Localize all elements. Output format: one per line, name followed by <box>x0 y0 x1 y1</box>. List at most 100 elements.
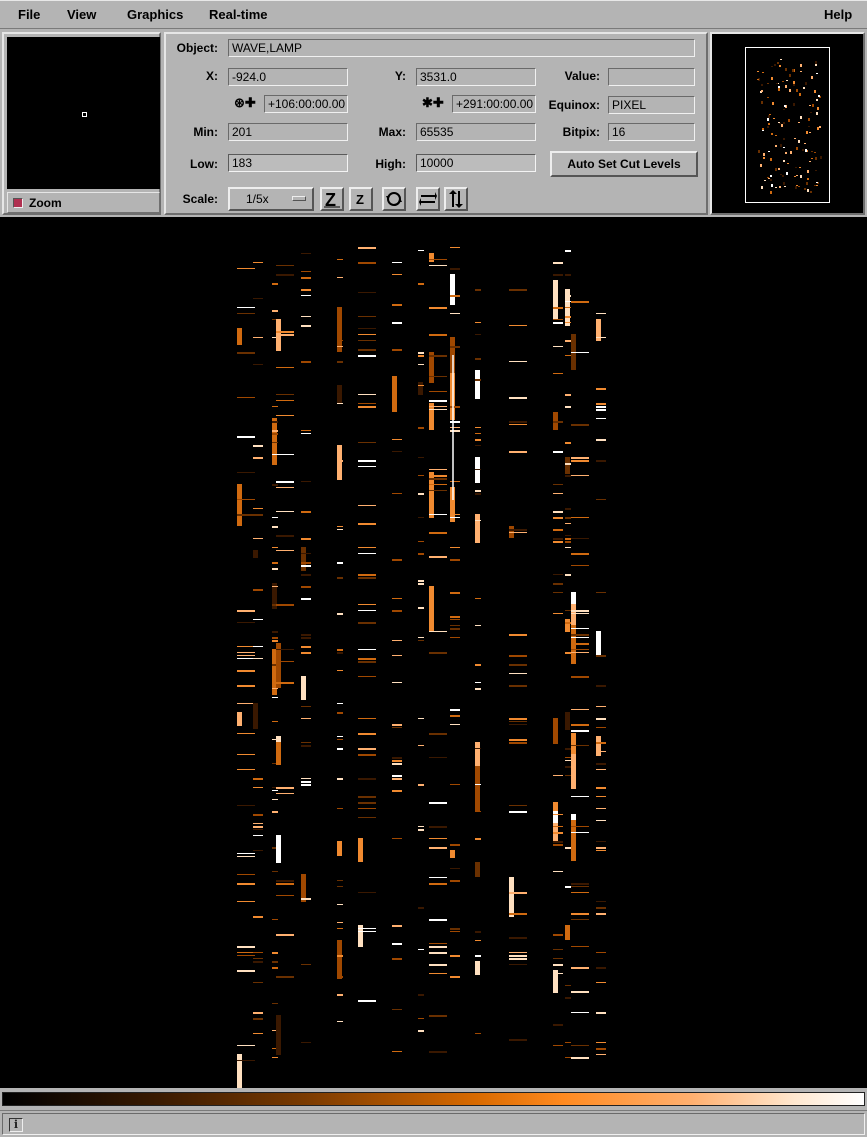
spectral-line <box>596 847 606 849</box>
dec-field[interactable]: +291:00:00.00 <box>452 95 536 113</box>
menu-file[interactable]: File <box>18 7 40 22</box>
spectral-line <box>450 844 460 846</box>
spectral-line <box>509 724 527 725</box>
spectral-line <box>392 451 402 452</box>
spectral-line <box>276 787 294 789</box>
spectral-line <box>565 307 571 308</box>
spectral-line <box>253 850 263 851</box>
spectral-line <box>509 937 527 939</box>
spectral-line <box>509 1039 527 1041</box>
spectral-line <box>475 493 481 495</box>
spectral-line <box>272 406 278 407</box>
spectral-line <box>337 994 343 996</box>
spectral-line <box>429 586 434 631</box>
spectral-line <box>450 928 460 930</box>
menu-view[interactable]: View <box>67 7 96 22</box>
spectral-line <box>450 481 460 482</box>
spectral-line <box>301 277 311 279</box>
spectral-line <box>565 250 571 252</box>
spectral-line <box>301 361 311 363</box>
spectral-line <box>553 949 563 950</box>
high-input[interactable]: 10000 <box>416 154 536 172</box>
spectral-line <box>571 517 589 518</box>
menu-realtime[interactable]: Real-time <box>209 7 268 22</box>
spectral-line <box>475 862 480 877</box>
ra-field[interactable]: +106:00:00.00 <box>264 95 348 113</box>
checkbox-indicator-icon <box>13 198 23 208</box>
spectral-line <box>392 838 402 839</box>
spectral-line <box>553 262 563 264</box>
spectral-line <box>565 997 571 999</box>
spectral-line <box>337 526 343 527</box>
flip-x-button[interactable] <box>416 187 440 211</box>
spectral-line <box>392 274 402 275</box>
spectral-line <box>392 376 397 412</box>
spectral-line <box>253 1033 263 1034</box>
spectral-line <box>571 475 589 476</box>
pan-window[interactable] <box>710 32 865 215</box>
spectral-line <box>237 733 255 734</box>
spectral-line <box>272 967 278 969</box>
low-input[interactable]: 183 <box>228 154 348 172</box>
spectral-line <box>553 583 563 585</box>
pan-viewport-box[interactable] <box>745 47 830 203</box>
max-field[interactable]: 65535 <box>416 123 536 141</box>
zoom-canvas[interactable] <box>7 37 160 189</box>
spectral-line <box>565 574 571 576</box>
max-label: Max: <box>378 125 406 139</box>
spectral-line <box>272 640 278 642</box>
spectral-line <box>272 517 278 518</box>
x-field[interactable]: -924.0 <box>228 68 348 86</box>
spectral-line <box>429 259 447 260</box>
zoom-fit-button[interactable]: Z <box>320 187 344 211</box>
spectral-line <box>429 733 447 735</box>
spectral-line <box>596 499 606 500</box>
spectral-line <box>553 964 563 966</box>
spectral-line <box>596 967 606 969</box>
value-field[interactable] <box>608 68 695 86</box>
zoom-toggle-button[interactable]: Zoom <box>7 192 160 213</box>
spectral-line <box>253 262 263 263</box>
spectral-line <box>565 322 571 323</box>
min-field[interactable]: 201 <box>228 123 348 141</box>
image-canvas[interactable] <box>0 217 867 1088</box>
zoom-z-button[interactable]: Z <box>349 187 373 211</box>
equinox-field[interactable]: PIXEL <box>608 96 695 114</box>
spectral-line <box>596 388 606 390</box>
spectral-line <box>253 835 263 836</box>
spectral-line <box>565 886 571 888</box>
spectral-line <box>276 454 294 455</box>
spectral-line <box>429 919 447 921</box>
bitpix-field[interactable]: 16 <box>608 123 695 141</box>
spectral-line <box>571 676 589 678</box>
spectral-line <box>571 724 589 726</box>
auto-set-cut-levels-button[interactable]: Auto Set Cut Levels <box>550 151 698 177</box>
spectral-line <box>565 508 571 510</box>
spectral-line <box>509 421 527 423</box>
high-label: High: <box>375 157 406 171</box>
spectral-line <box>509 361 527 362</box>
spectral-line <box>337 703 343 704</box>
colorbar[interactable] <box>2 1092 865 1106</box>
spectral-line <box>276 367 294 368</box>
rotate-button[interactable] <box>382 187 406 211</box>
object-field[interactable]: WAVE,LAMP <box>228 39 695 57</box>
spectral-line <box>571 991 589 993</box>
scale-menu-button[interactable]: 1/5x <box>228 187 314 211</box>
spectral-line <box>450 931 460 932</box>
flip-y-button[interactable] <box>444 187 468 211</box>
spectral-line <box>553 493 563 494</box>
menu-help[interactable]: Help <box>824 7 852 22</box>
menu-graphics[interactable]: Graphics <box>127 7 183 22</box>
spectral-line <box>429 556 447 558</box>
spectral-line <box>337 841 342 856</box>
spectral-line <box>337 346 343 347</box>
spectral-line <box>237 313 255 314</box>
y-field[interactable]: 3531.0 <box>416 68 536 86</box>
spectral-line <box>358 355 376 357</box>
spectral-line <box>272 637 278 639</box>
spectral-line <box>475 379 481 381</box>
spectral-line <box>553 322 563 324</box>
spectral-line <box>301 586 311 588</box>
spectral-line <box>392 1051 402 1052</box>
